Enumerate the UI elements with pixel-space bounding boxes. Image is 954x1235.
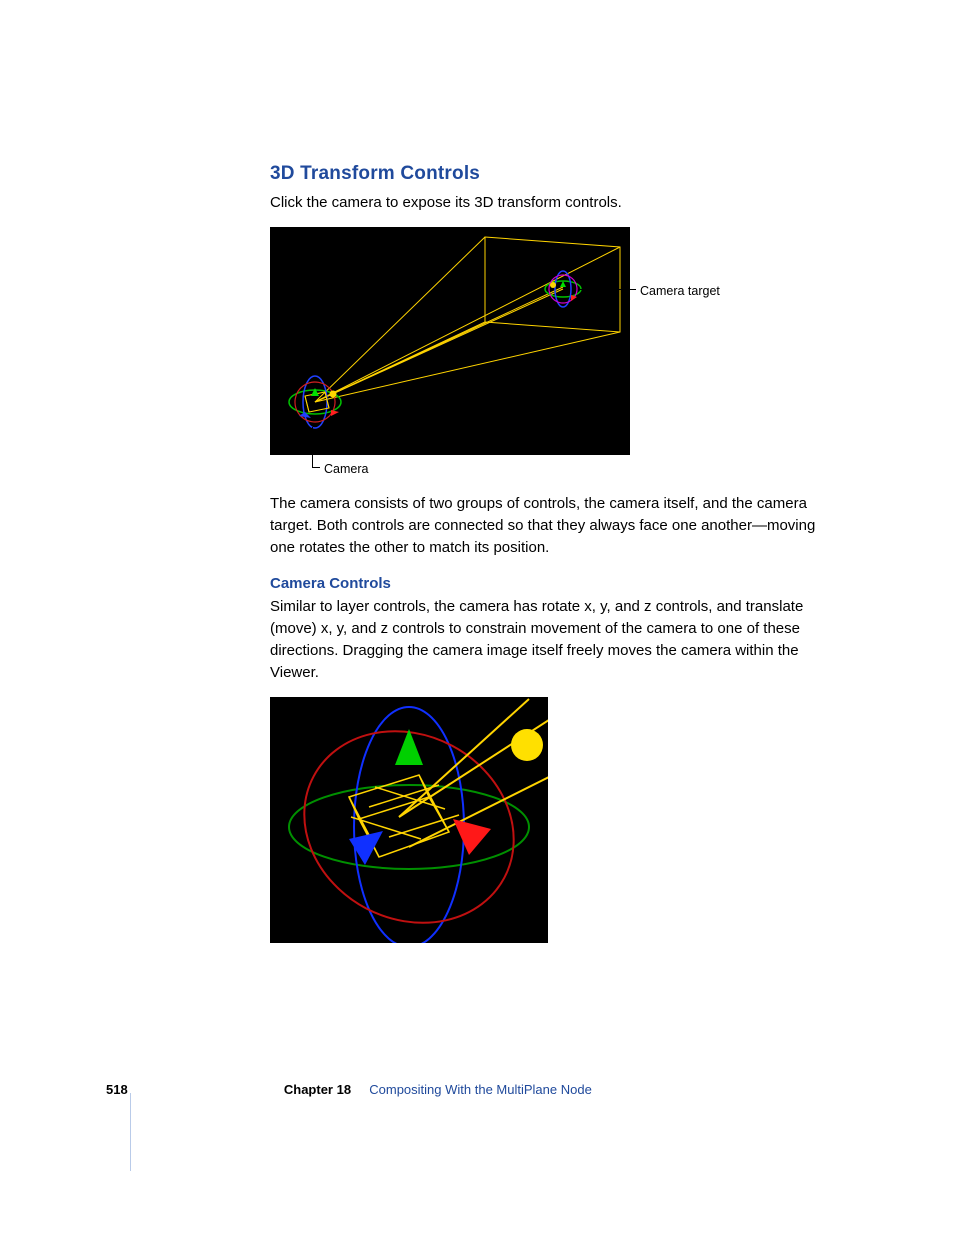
sub-body-text: Similar to layer controls, the camera ha… bbox=[270, 596, 844, 683]
leader-line bbox=[312, 427, 313, 467]
chapter-label: Chapter 18 bbox=[284, 1081, 351, 1100]
section-heading: 3D Transform Controls bbox=[270, 160, 844, 188]
page-number: 518 bbox=[106, 1081, 128, 1100]
leader-line bbox=[580, 289, 636, 290]
leader-line bbox=[312, 467, 320, 468]
figure-1 bbox=[270, 227, 630, 455]
figure-1-wrap: Camera target Camera bbox=[270, 227, 840, 455]
figure-label-camera: Camera bbox=[324, 460, 368, 478]
footer-rule bbox=[130, 1093, 131, 1171]
sub-heading: Camera Controls bbox=[270, 573, 844, 595]
after-figure-text: The camera consists of two groups of con… bbox=[270, 493, 844, 558]
intro-text: Click the camera to expose its 3D transf… bbox=[270, 192, 844, 214]
figure-2 bbox=[270, 697, 548, 943]
figure-label-camera-target: Camera target bbox=[640, 282, 720, 300]
chapter-title: Compositing With the MultiPlane Node bbox=[369, 1081, 592, 1100]
page-footer: 518 Chapter 18 Compositing With the Mult… bbox=[0, 1079, 954, 1101]
